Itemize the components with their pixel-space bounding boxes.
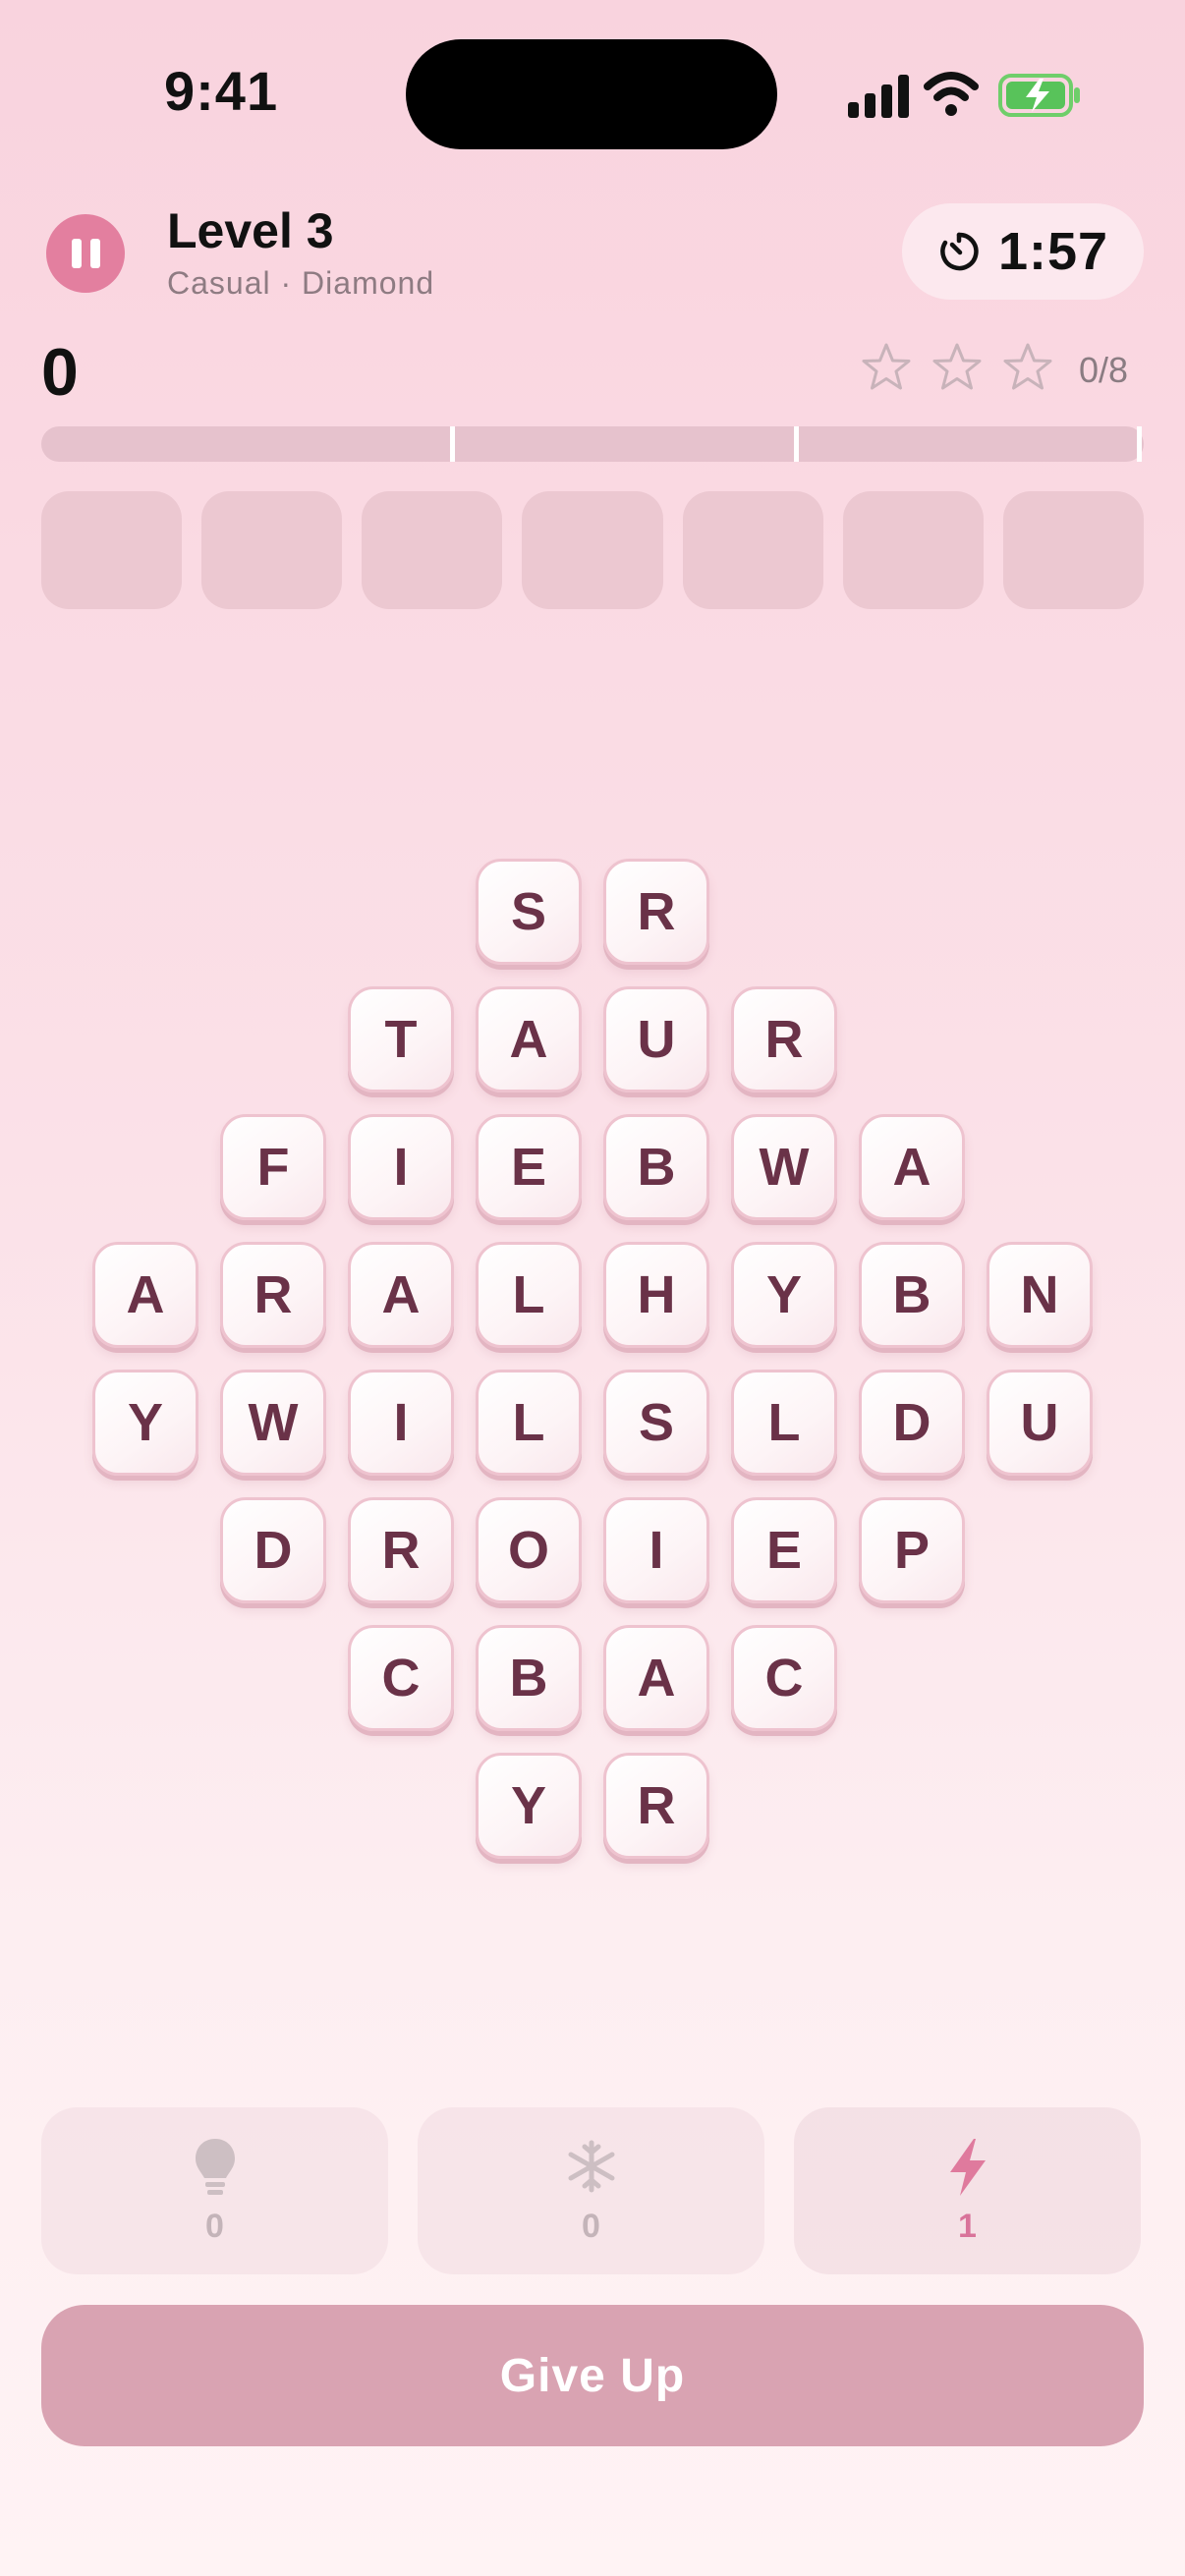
letter-tile[interactable]: B bbox=[476, 1625, 582, 1731]
letter-tile[interactable]: E bbox=[476, 1114, 582, 1220]
status-time: 9:41 bbox=[164, 60, 279, 122]
score-progress-bar bbox=[41, 426, 1144, 462]
lightning-icon bbox=[949, 2139, 986, 2196]
freeze-count: 0 bbox=[582, 2208, 600, 2245]
progress-milestone bbox=[794, 426, 799, 462]
letter-tile[interactable]: L bbox=[476, 1242, 582, 1348]
star-icon bbox=[1003, 343, 1052, 390]
words-found-count: 0/8 bbox=[1079, 350, 1129, 390]
answer-slot bbox=[682, 491, 823, 609]
letter-tile[interactable]: C bbox=[348, 1625, 454, 1731]
letter-tile[interactable]: S bbox=[476, 859, 582, 965]
timer-text: 1:57 bbox=[997, 222, 1109, 281]
boost-powerup-button[interactable]: 1 bbox=[794, 2107, 1141, 2274]
hint-powerup-button[interactable]: 0 bbox=[41, 2107, 388, 2274]
letter-tile[interactable]: R bbox=[348, 1497, 454, 1603]
letter-tile[interactable]: F bbox=[220, 1114, 326, 1220]
letter-tile[interactable]: D bbox=[220, 1497, 326, 1603]
letter-tile[interactable]: S bbox=[603, 1370, 709, 1476]
letter-tile[interactable]: W bbox=[731, 1114, 837, 1220]
level-title: Level 3 bbox=[167, 203, 334, 258]
letter-tile[interactable]: R bbox=[603, 859, 709, 965]
wifi-icon bbox=[924, 72, 979, 116]
level-subtitle: Casual · Diamond bbox=[167, 265, 435, 301]
letter-tile[interactable]: U bbox=[987, 1370, 1093, 1476]
letter-tile[interactable]: T bbox=[348, 986, 454, 1092]
pause-button[interactable] bbox=[46, 214, 125, 293]
letter-tile[interactable]: I bbox=[348, 1370, 454, 1476]
letter-tile[interactable]: B bbox=[603, 1114, 709, 1220]
letter-tile[interactable]: Y bbox=[476, 1753, 582, 1859]
letter-tile[interactable]: L bbox=[476, 1370, 582, 1476]
answer-slot bbox=[362, 491, 503, 609]
star-rating bbox=[861, 342, 1053, 393]
letter-tile[interactable]: D bbox=[859, 1370, 965, 1476]
give-up-button[interactable]: Give Up bbox=[41, 2305, 1144, 2446]
star-icon bbox=[862, 343, 911, 390]
hint-count: 0 bbox=[205, 2208, 224, 2245]
letter-tile[interactable]: R bbox=[220, 1242, 326, 1348]
letter-tile[interactable]: P bbox=[859, 1497, 965, 1603]
snowflake-icon bbox=[568, 2140, 614, 2193]
letter-tile[interactable]: E bbox=[731, 1497, 837, 1603]
letter-tile[interactable]: W bbox=[220, 1370, 326, 1476]
freeze-powerup-button[interactable]: 0 bbox=[418, 2107, 764, 2274]
answer-slot bbox=[1002, 491, 1144, 609]
letter-tile[interactable]: A bbox=[92, 1242, 198, 1348]
star-icon bbox=[932, 343, 982, 390]
letter-tile[interactable]: U bbox=[603, 986, 709, 1092]
pause-icon bbox=[71, 239, 82, 268]
letter-tile[interactable]: A bbox=[603, 1625, 709, 1731]
battery-charging-icon bbox=[998, 74, 1080, 117]
letter-tile[interactable]: C bbox=[731, 1625, 837, 1731]
letter-tile[interactable]: O bbox=[476, 1497, 582, 1603]
cellular-signal-icon bbox=[848, 75, 909, 118]
letter-tile[interactable]: Y bbox=[92, 1370, 198, 1476]
answer-slots bbox=[41, 491, 1144, 609]
answer-slot bbox=[41, 491, 183, 609]
letter-tile[interactable]: R bbox=[731, 986, 837, 1092]
letter-tile[interactable]: A bbox=[859, 1114, 965, 1220]
letter-tile[interactable]: H bbox=[603, 1242, 709, 1348]
progress-milestone bbox=[450, 426, 455, 462]
timer-badge: 1:57 bbox=[902, 203, 1144, 300]
answer-slot bbox=[522, 491, 663, 609]
lightbulb-icon bbox=[195, 2139, 235, 2195]
boost-count: 1 bbox=[958, 2208, 977, 2245]
letter-tile[interactable]: A bbox=[476, 986, 582, 1092]
letter-tile[interactable]: N bbox=[987, 1242, 1093, 1348]
letter-tile[interactable]: R bbox=[603, 1753, 709, 1859]
progress-milestone bbox=[1137, 426, 1142, 462]
letter-tile[interactable]: Y bbox=[731, 1242, 837, 1348]
letter-tile[interactable]: L bbox=[731, 1370, 837, 1476]
letter-tile[interactable]: I bbox=[348, 1114, 454, 1220]
score-value: 0 bbox=[41, 335, 79, 410]
letter-tile[interactable]: B bbox=[859, 1242, 965, 1348]
letter-tile[interactable]: I bbox=[603, 1497, 709, 1603]
answer-slot bbox=[201, 491, 343, 609]
dynamic-island bbox=[406, 39, 777, 149]
powerup-bar: 0 0 1 bbox=[41, 2107, 1144, 2274]
answer-slot bbox=[842, 491, 984, 609]
timer-icon bbox=[940, 232, 979, 271]
letter-tile[interactable]: A bbox=[348, 1242, 454, 1348]
